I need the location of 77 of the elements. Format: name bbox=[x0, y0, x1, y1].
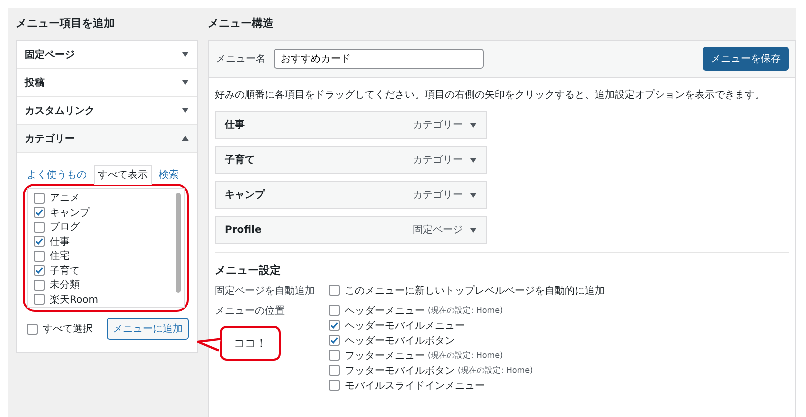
instruction-text: 好みの順番に各項目をドラッグしてください。項目の右側の矢印をクリックすると、追加設定オプションを表示できます。 bbox=[215, 88, 766, 102]
expand-arrow-icon bbox=[470, 228, 477, 232]
checkbox-label: すべて選択 bbox=[43, 323, 93, 336]
checkbox[interactable] bbox=[34, 250, 45, 262]
settings-title: メニュー設定 bbox=[215, 263, 282, 278]
checkbox[interactable] bbox=[329, 285, 340, 296]
menu-item-title: 仕事 bbox=[225, 118, 246, 132]
expand-arrow-icon bbox=[182, 52, 189, 57]
checkbox-label: 子育て bbox=[50, 264, 80, 278]
expand-arrow-icon bbox=[470, 122, 477, 128]
accordion-header[interactable]: 固定ページ bbox=[17, 41, 197, 69]
checkbox-label: ヘッダーモバイルボタン bbox=[345, 334, 455, 348]
accordion-label: 投稿 bbox=[25, 76, 45, 90]
checkbox[interactable] bbox=[34, 294, 45, 306]
checkbox[interactable] bbox=[329, 335, 340, 346]
checkbox-label: 住宅 bbox=[50, 250, 70, 264]
callout-text: ココ！ bbox=[234, 337, 267, 350]
menu-name-field[interactable]: おすすめカード bbox=[274, 49, 484, 69]
menu-item[interactable]: 仕事 カテゴリー bbox=[215, 111, 487, 139]
menu-item-title: Profile bbox=[225, 224, 263, 236]
menu-item-type: カテゴリー bbox=[413, 189, 463, 202]
checkbox[interactable] bbox=[34, 265, 45, 276]
section-title: メニュー項目を追加 bbox=[16, 16, 116, 32]
checkbox-label: 楽天Room bbox=[50, 294, 98, 307]
menu-item-type: 固定ページ bbox=[413, 224, 463, 237]
checkbox-label: 仕事 bbox=[50, 236, 70, 249]
checkbox-label: ブログ bbox=[50, 220, 80, 234]
accordion-label: 固定ページ bbox=[25, 48, 75, 62]
menu-item-title: 子育て bbox=[225, 153, 256, 167]
checkbox-label: アニメ bbox=[50, 192, 80, 206]
checkbox-label: 未分類 bbox=[50, 278, 80, 292]
checkbox[interactable] bbox=[329, 380, 340, 391]
expand-arrow-icon bbox=[470, 158, 477, 162]
menu-item-type: カテゴリー bbox=[413, 154, 463, 167]
current-setting-note: (現在の設定: Home) bbox=[458, 365, 534, 376]
menu-item[interactable]: 子育て カテゴリー bbox=[215, 146, 487, 174]
add-to-menu-button[interactable]: メニューに追加 bbox=[107, 318, 189, 340]
tab[interactable]: よく使うもの bbox=[23, 165, 91, 185]
setting-label: 固定ページを自動追加 bbox=[215, 284, 316, 298]
expand-arrow-icon bbox=[182, 108, 189, 113]
expand-arrow-icon bbox=[470, 192, 477, 198]
accordion-header[interactable]: 投稿 bbox=[17, 69, 197, 97]
checkbox[interactable] bbox=[329, 320, 340, 331]
accordion-header[interactable]: カテゴリー bbox=[17, 125, 197, 153]
current-setting-note: (現在の設定: Home) bbox=[428, 305, 504, 316]
scrollbar[interactable] bbox=[176, 193, 181, 293]
tab[interactable]: すべて表示 bbox=[94, 165, 152, 185]
current-setting-note: (現在の設定: Home) bbox=[428, 350, 504, 361]
section-title: メニュー構造 bbox=[208, 16, 275, 32]
checkbox[interactable] bbox=[34, 280, 45, 291]
collapse-arrow-icon bbox=[182, 136, 189, 141]
menu-item[interactable]: キャンプ カテゴリー bbox=[215, 181, 487, 209]
checkbox[interactable] bbox=[34, 236, 45, 248]
checkbox-label: このメニューに新しいトップレベルページを自動的に追加 bbox=[345, 284, 605, 298]
menu-item-type: カテゴリー bbox=[413, 119, 463, 132]
tab[interactable]: 検索 bbox=[155, 165, 183, 185]
checkbox-label: フッターメニュー bbox=[345, 350, 425, 362]
save-menu-button[interactable]: メニューを保存 bbox=[703, 47, 789, 71]
checkbox[interactable] bbox=[329, 365, 340, 376]
checkbox[interactable] bbox=[329, 350, 340, 361]
menu-item-title: キャンプ bbox=[225, 188, 266, 202]
checkbox-label: フッターモバイルボタン bbox=[345, 364, 455, 378]
expand-arrow-icon bbox=[182, 80, 189, 85]
checkbox[interactable] bbox=[27, 324, 38, 334]
checkbox[interactable] bbox=[34, 192, 45, 204]
checkbox-label: ヘッダーモバイルメニュー bbox=[345, 320, 465, 332]
menu-item[interactable]: Profile 固定ページ bbox=[215, 216, 487, 244]
checkbox-label: モバイルスライドインメニュー bbox=[345, 380, 485, 392]
checkbox-label: キャンプ bbox=[50, 206, 90, 220]
checkbox[interactable] bbox=[34, 222, 45, 233]
checkbox[interactable] bbox=[34, 207, 45, 218]
accordion-label: カテゴリー bbox=[25, 132, 75, 146]
field-label: メニュー名 bbox=[216, 53, 266, 66]
checkbox[interactable] bbox=[329, 305, 340, 316]
accordion-label: カスタムリンク bbox=[25, 104, 95, 118]
checkbox-label: ヘッダーメニュー bbox=[345, 304, 425, 318]
setting-label: メニューの位置 bbox=[215, 304, 285, 318]
